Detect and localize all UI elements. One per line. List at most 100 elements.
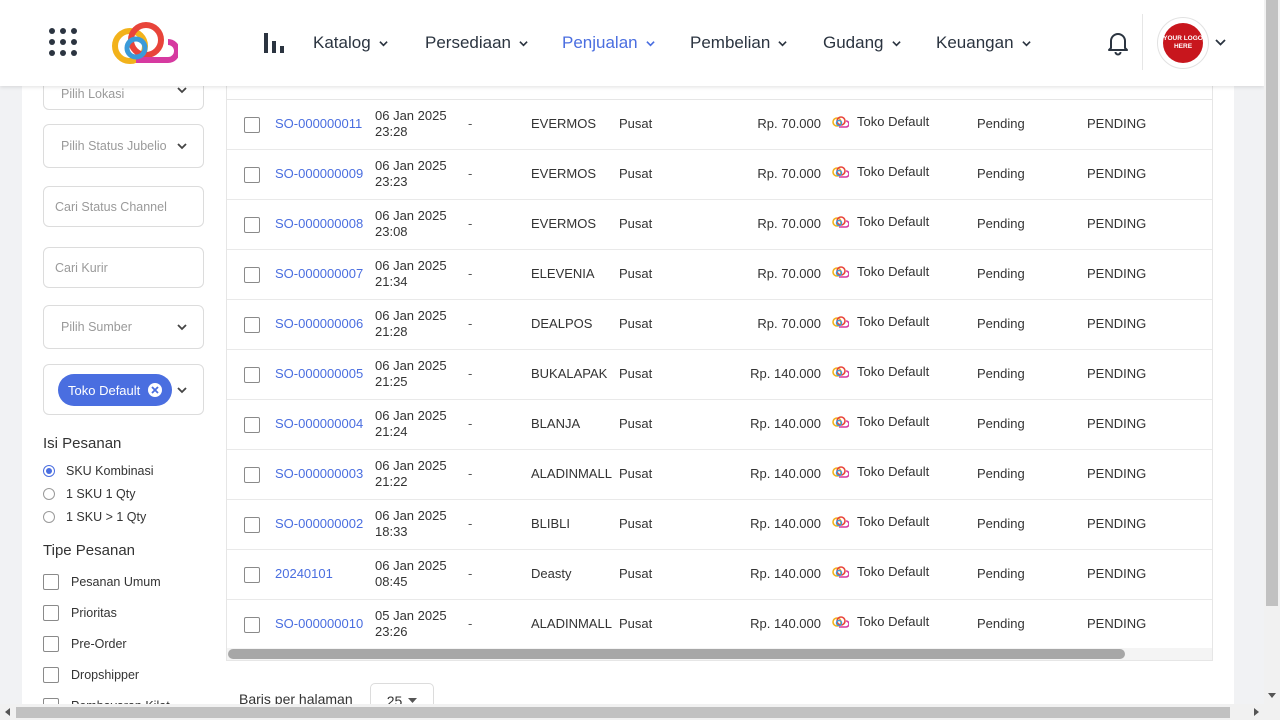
- row-checkbox[interactable]: [244, 467, 260, 483]
- row-checkbox[interactable]: [244, 417, 260, 433]
- order-total: Rp. 70.000: [757, 316, 821, 331]
- order-id-link[interactable]: SO-000000007: [275, 266, 363, 281]
- checkbox-label: Pesanan Umum: [71, 575, 161, 589]
- checkbox[interactable]: [43, 574, 59, 590]
- order-total: Rp. 140.000: [750, 516, 821, 531]
- row-checkbox[interactable]: [244, 367, 260, 383]
- page-horizontal-scrollbar[interactable]: [0, 704, 1264, 720]
- channel-status-input[interactable]: Cari Status Channel: [43, 186, 204, 227]
- vertical-scrollbar-thumb[interactable]: [1266, 0, 1278, 606]
- nav-penjualan[interactable]: Penjualan: [562, 32, 655, 54]
- user-avatar[interactable]: YOUR LOGO HERE: [1157, 17, 1209, 69]
- page-vertical-scrollbar[interactable]: [1264, 0, 1280, 720]
- table-scrollbar-thumb[interactable]: [228, 649, 1125, 659]
- table-row[interactable]: SO-000000009 06 Jan 2025 23:23 - EVERMOS …: [227, 150, 1212, 200]
- row-checkbox[interactable]: [244, 317, 260, 333]
- scroll-left-arrow-icon[interactable]: [5, 708, 10, 716]
- order-id-link[interactable]: SO-000000008: [275, 216, 363, 231]
- order-id-link[interactable]: SO-000000003: [275, 466, 363, 481]
- checkbox-prioritas[interactable]: Prioritas: [43, 605, 117, 621]
- order-total: Rp. 70.000: [757, 266, 821, 281]
- channel-status: PENDING: [1087, 166, 1147, 181]
- row-checkbox[interactable]: [244, 267, 260, 283]
- radio-sku-kombinasi[interactable]: SKU Kombinasi: [43, 464, 154, 478]
- nav-pembelian[interactable]: Pembelian: [690, 32, 788, 54]
- chevron-down-icon[interactable]: [177, 386, 187, 394]
- order-status: Pending: [977, 616, 1025, 631]
- radio-button[interactable]: [43, 488, 55, 500]
- chevron-down-icon: [645, 40, 655, 46]
- order-id-link[interactable]: SO-000000011: [275, 116, 362, 131]
- courier-search-input[interactable]: Cari Kurir: [43, 247, 204, 288]
- table-row[interactable]: SO-000000002 06 Jan 2025 18:33 - BLIBLI P…: [227, 500, 1212, 550]
- checkbox-pre-order[interactable]: Pre-Order: [43, 636, 127, 652]
- channel-status: PENDING: [1087, 116, 1147, 131]
- remove-tag-icon[interactable]: [148, 383, 163, 397]
- row-checkbox[interactable]: [244, 167, 260, 183]
- order-date: 06 Jan 2025 08:45: [375, 558, 447, 589]
- order-id-link[interactable]: SO-000000005: [275, 366, 363, 381]
- scroll-right-arrow-icon[interactable]: [1254, 708, 1259, 716]
- order-date: 06 Jan 2025 21:24: [375, 408, 447, 439]
- chevron-down-icon[interactable]: [1215, 38, 1226, 47]
- radio-button[interactable]: [43, 511, 55, 523]
- row-checkbox[interactable]: [244, 617, 260, 633]
- nav-gudang[interactable]: Gudang: [823, 32, 901, 54]
- order-id-link[interactable]: 20240101: [275, 566, 333, 581]
- header-divider: [1142, 14, 1143, 70]
- table-row[interactable]: SO-000000010 05 Jan 2025 23:26 - ALADINMA…: [227, 600, 1212, 650]
- order-store: Toko Default: [831, 214, 929, 229]
- row-checkbox[interactable]: [244, 217, 260, 233]
- chevron-down-icon: [177, 324, 187, 331]
- order-date: 06 Jan 2025 23:08: [375, 208, 447, 239]
- courier-placeholder: Cari Kurir: [55, 260, 108, 275]
- table-row[interactable]: SO-000000011 06 Jan 2025 23:28 - EVERMOS …: [227, 100, 1212, 150]
- chevron-down-icon: [1021, 40, 1031, 46]
- brand-logo[interactable]: [106, 20, 178, 66]
- row-checkbox[interactable]: [244, 567, 260, 583]
- order-id-link[interactable]: SO-000000006: [275, 316, 363, 331]
- order-id-link[interactable]: SO-000000002: [275, 516, 363, 531]
- order-date: 05 Jan 2025 23:26: [375, 608, 447, 639]
- checkbox-dropshipper[interactable]: Dropshipper: [43, 667, 139, 683]
- dashboard-chart-icon[interactable]: [264, 33, 284, 53]
- order-location: Pusat: [619, 316, 653, 331]
- notification-bell-icon[interactable]: [1106, 30, 1130, 56]
- checkbox[interactable]: [43, 667, 59, 683]
- table-row[interactable]: SO-000000004 06 Jan 2025 21:24 - BLANJA P…: [227, 400, 1212, 450]
- scroll-down-arrow-icon[interactable]: [1268, 693, 1276, 698]
- order-id-link[interactable]: SO-000000009: [275, 166, 363, 181]
- order-id-link[interactable]: SO-000000010: [275, 616, 363, 631]
- horizontal-scrollbar-thumb[interactable]: [16, 707, 1230, 718]
- table-row[interactable]: SO-000000008 06 Jan 2025 23:08 - EVERMOS …: [227, 200, 1212, 250]
- order-id-link[interactable]: SO-000000004: [275, 416, 363, 431]
- nav-katalog[interactable]: Katalog: [313, 32, 388, 54]
- radio-1-sku-1-qty[interactable]: 1 SKU 1 Qty: [43, 487, 135, 501]
- radio-label: SKU Kombinasi: [66, 464, 154, 478]
- row-checkbox[interactable]: [244, 117, 260, 133]
- table-row[interactable]: 20240101 06 Jan 2025 08:45 - Deasty Pusat…: [227, 550, 1212, 600]
- nav-keuangan[interactable]: Keuangan: [936, 32, 1031, 54]
- table-row[interactable]: SO-000000005 06 Jan 2025 21:25 - BUKALAPA…: [227, 350, 1212, 400]
- jubelio-status-select[interactable]: Pilih Status Jubelio: [43, 124, 204, 168]
- order-store: Toko Default: [831, 314, 929, 329]
- table-row[interactable]: SO-000000003 06 Jan 2025 21:22 - ALADINMA…: [227, 450, 1212, 500]
- order-total: Rp. 70.000: [757, 216, 821, 231]
- table-row[interactable]: SO-000000006 06 Jan 2025 21:28 - DEALPOS …: [227, 300, 1212, 350]
- table-row[interactable]: SO-000000007 06 Jan 2025 21:34 - ELEVENIA…: [227, 250, 1212, 300]
- apps-grid-icon[interactable]: [49, 28, 79, 58]
- checkbox[interactable]: [43, 605, 59, 621]
- order-ref: -: [468, 616, 473, 631]
- order-ref: -: [468, 366, 473, 381]
- order-location: Pusat: [619, 616, 653, 631]
- store-logo-icon: [832, 215, 849, 228]
- checkbox-pesanan-umum[interactable]: Pesanan Umum: [43, 574, 161, 590]
- source-select[interactable]: Pilih Sumber: [43, 305, 204, 349]
- radio-1-sku-many-qty[interactable]: 1 SKU > 1 Qty: [43, 510, 146, 524]
- checkbox[interactable]: [43, 636, 59, 652]
- radio-button[interactable]: [43, 465, 55, 477]
- table-scrollbar[interactable]: [227, 648, 1212, 660]
- order-date: 06 Jan 2025 23:23: [375, 158, 447, 189]
- nav-persediaan[interactable]: Persediaan: [425, 32, 528, 54]
- row-checkbox[interactable]: [244, 517, 260, 533]
